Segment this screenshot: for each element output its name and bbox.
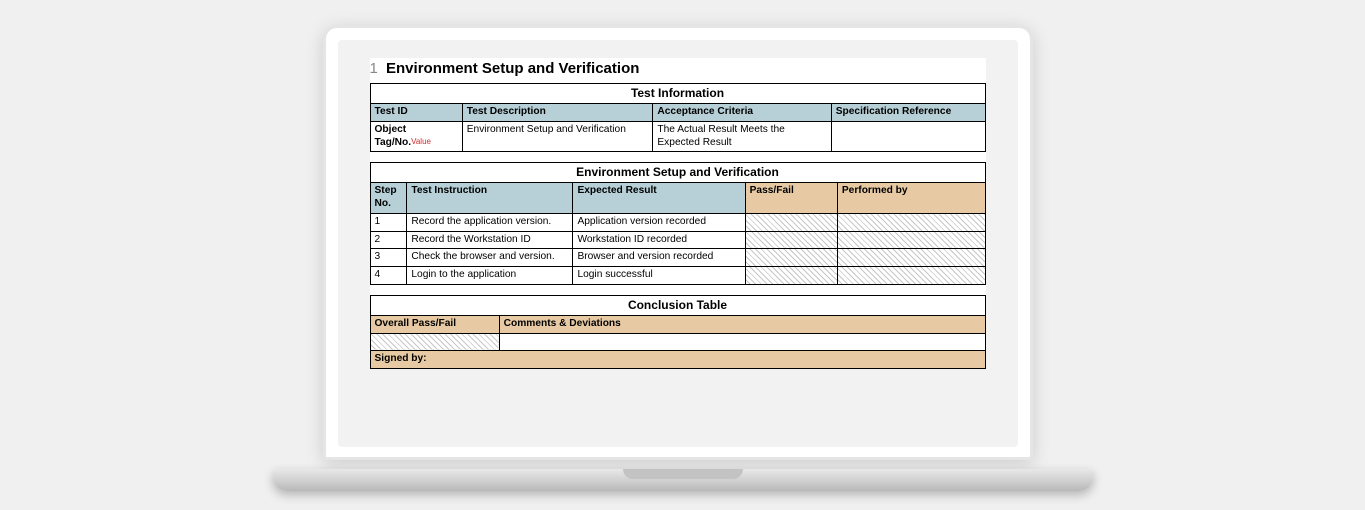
cell-specification-reference bbox=[831, 121, 985, 152]
section-heading: 1 Environment Setup and Verification bbox=[370, 58, 986, 83]
cell-expected-result: Browser and version recorded bbox=[573, 249, 745, 267]
cell-test-instruction: Login to the application bbox=[407, 267, 573, 285]
laptop-mockup: 1 Environment Setup and Verification Tes… bbox=[323, 25, 1043, 485]
cell-pass-fail bbox=[745, 231, 837, 249]
cell-test-instruction: Record the Workstation ID bbox=[407, 231, 573, 249]
cell-expected-result: Application version recorded bbox=[573, 213, 745, 231]
section-number: 1 bbox=[370, 60, 378, 77]
col-header-expected-result: Expected Result bbox=[573, 183, 745, 214]
cell-step-no: 1 bbox=[370, 213, 407, 231]
laptop-screen: 1 Environment Setup and Verification Tes… bbox=[338, 40, 1018, 447]
col-header-test-instruction: Test Instruction bbox=[407, 183, 573, 214]
col-header-performed-by: Performed by bbox=[837, 183, 985, 214]
cell-pass-fail bbox=[745, 249, 837, 267]
cell-performed-by bbox=[837, 267, 985, 285]
cell-performed-by bbox=[837, 249, 985, 267]
table-row: 2Record the Workstation IDWorkstation ID… bbox=[370, 231, 985, 249]
table-row bbox=[370, 333, 985, 351]
col-header-pass-fail: Pass/Fail bbox=[745, 183, 837, 214]
col-header-test-id: Test ID bbox=[370, 104, 462, 122]
cell-performed-by bbox=[837, 213, 985, 231]
table-row: Signed by: bbox=[370, 351, 985, 369]
test-information-table: Test Information Test ID Test Descriptio… bbox=[370, 83, 986, 152]
col-header-overall-pass-fail: Overall Pass/Fail bbox=[370, 315, 499, 333]
section-title: Environment Setup and Verification bbox=[386, 60, 639, 77]
table-title: Test Information bbox=[370, 84, 985, 104]
col-header-specification-reference: Specification Reference bbox=[831, 104, 985, 122]
cell-overall-pass-fail bbox=[370, 333, 499, 351]
cell-test-instruction: Check the browser and version. bbox=[407, 249, 573, 267]
signed-by-row: Signed by: bbox=[370, 351, 985, 369]
cell-test-id: Object Tag/No.Value bbox=[370, 121, 462, 152]
table-row: 3Check the browser and version.Browser a… bbox=[370, 249, 985, 267]
cell-expected-result: Login successful bbox=[573, 267, 745, 285]
cell-pass-fail bbox=[745, 267, 837, 285]
laptop-base bbox=[273, 469, 1093, 491]
table-row: Object Tag/No.Value Environment Setup an… bbox=[370, 121, 985, 152]
conclusion-table: Conclusion Table Overall Pass/Fail Comme… bbox=[370, 295, 986, 369]
col-header-test-description: Test Description bbox=[462, 104, 653, 122]
cell-step-no: 2 bbox=[370, 231, 407, 249]
table-title: Conclusion Table bbox=[370, 295, 985, 315]
table-row: 4Login to the applicationLogin successfu… bbox=[370, 267, 985, 285]
cell-step-no: 3 bbox=[370, 249, 407, 267]
cell-performed-by bbox=[837, 231, 985, 249]
cell-step-no: 4 bbox=[370, 267, 407, 285]
table-row: 1Record the application version.Applicat… bbox=[370, 213, 985, 231]
cell-acceptance-criteria: The Actual Result Meets the Expected Res… bbox=[653, 121, 831, 152]
document-page: 1 Environment Setup and Verification Tes… bbox=[370, 58, 986, 369]
col-header-step-no: Step No. bbox=[370, 183, 407, 214]
col-header-comments-deviations: Comments & Deviations bbox=[499, 315, 985, 333]
table-title: Environment Setup and Verification bbox=[370, 163, 985, 183]
laptop-notch bbox=[623, 469, 743, 479]
value-placeholder: Value bbox=[411, 137, 431, 146]
laptop-bezel: 1 Environment Setup and Verification Tes… bbox=[323, 25, 1033, 460]
steps-table: Environment Setup and Verification Step … bbox=[370, 162, 986, 285]
cell-comments-deviations bbox=[499, 333, 985, 351]
cell-test-instruction: Record the application version. bbox=[407, 213, 573, 231]
cell-pass-fail bbox=[745, 213, 837, 231]
cell-expected-result: Workstation ID recorded bbox=[573, 231, 745, 249]
cell-test-description: Environment Setup and Verification bbox=[462, 121, 653, 152]
col-header-acceptance-criteria: Acceptance Criteria bbox=[653, 104, 831, 122]
